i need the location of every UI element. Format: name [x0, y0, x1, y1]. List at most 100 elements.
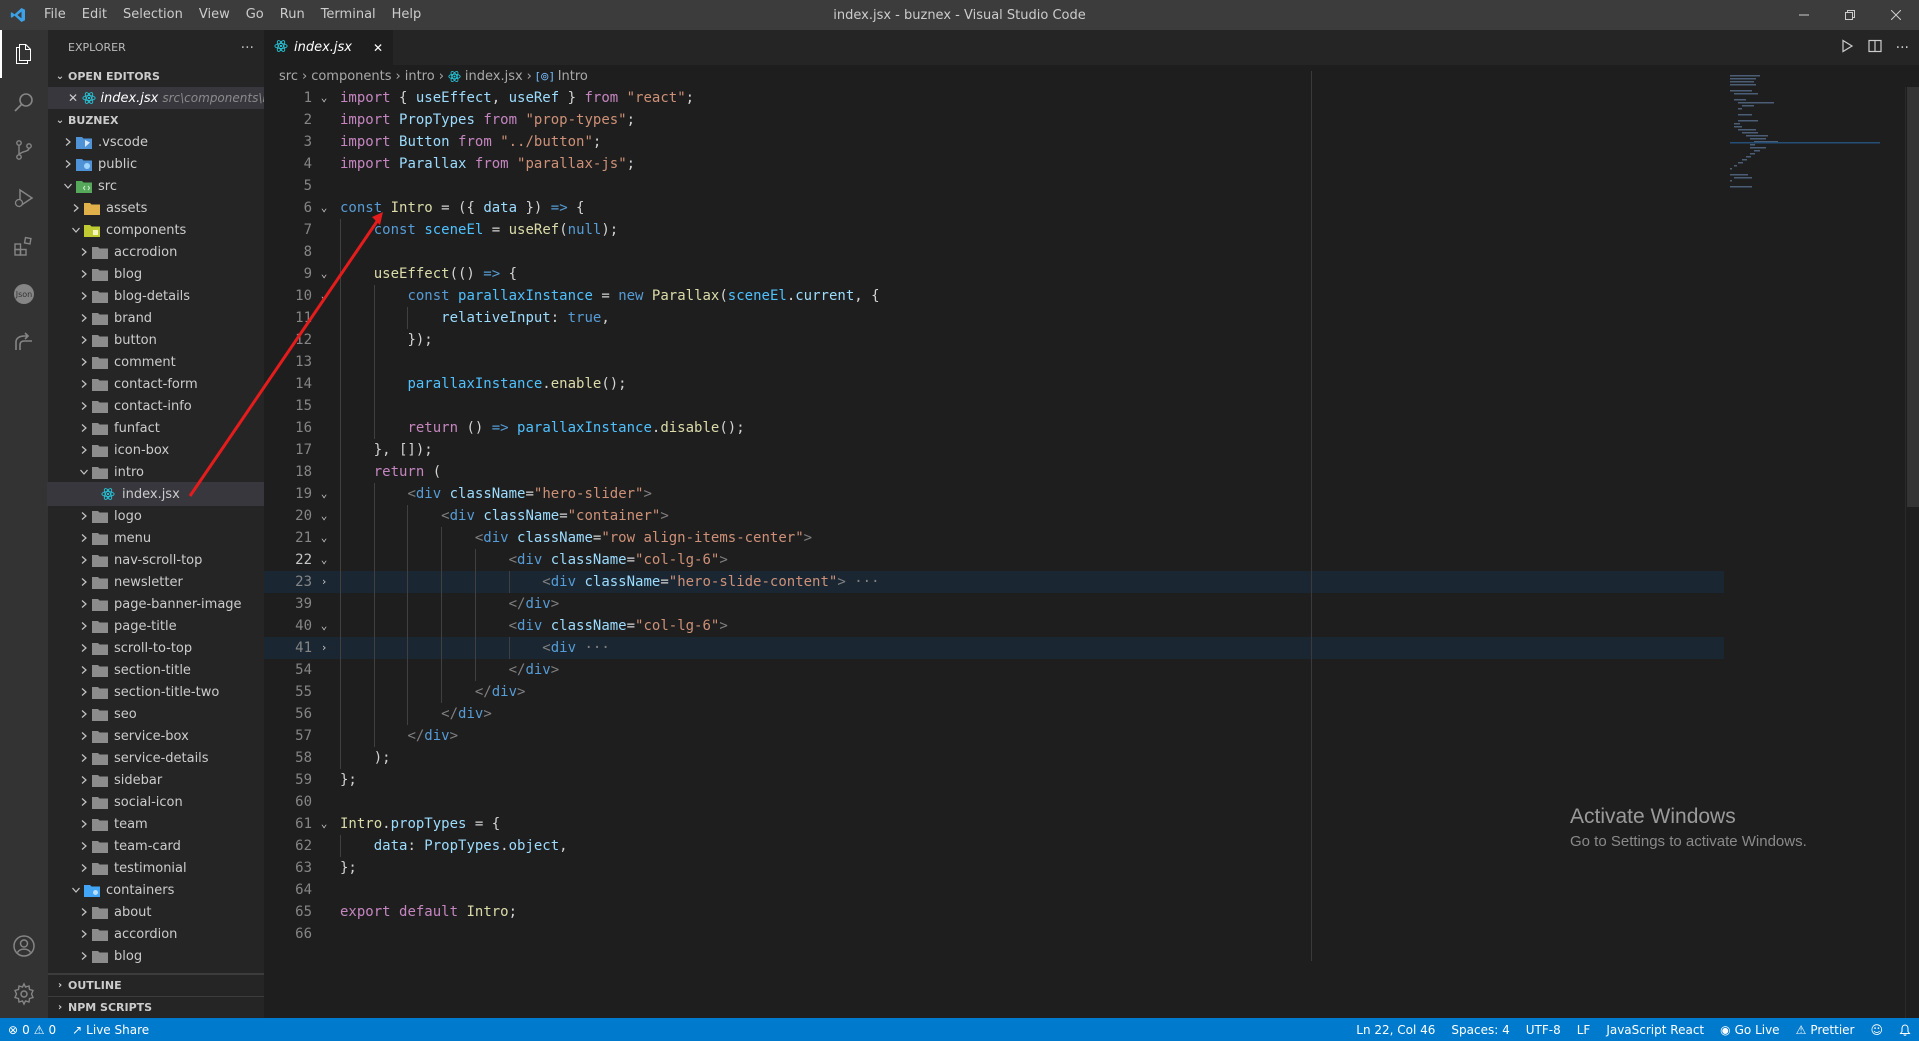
menu-selection[interactable]: Selection — [115, 0, 191, 30]
code-line[interactable]: 14 parallaxInstance.enable(); — [264, 373, 1724, 395]
code-line[interactable]: 15 — [264, 395, 1724, 417]
npm-scripts-header[interactable]: › NPM SCRIPTS — [48, 996, 264, 1018]
tree-folder-intro[interactable]: intro — [48, 461, 264, 483]
code-line[interactable]: 1 ⌄ import { useEffect, useRef } from "rea… — [264, 87, 1724, 109]
code-line[interactable]: 11 relativeInput: true, — [264, 307, 1724, 329]
tree-folder-sidebar[interactable]: sidebar — [48, 769, 264, 791]
code-line[interactable]: 23 › <div className="hero-slide-content">… — [264, 571, 1724, 593]
code-line[interactable]: 12 }); — [264, 329, 1724, 351]
breadcrumb-item[interactable]: index.jsx — [465, 69, 523, 84]
menu-terminal[interactable]: Terminal — [313, 0, 384, 30]
gear-icon[interactable] — [0, 970, 48, 1018]
explorer-icon[interactable] — [0, 30, 48, 78]
source-control-icon[interactable] — [0, 126, 48, 174]
code-line[interactable]: 57 </div> — [264, 725, 1724, 747]
tree-folder-nav-scroll-top[interactable]: nav-scroll-top — [48, 549, 264, 571]
tree-folder-blog-details[interactable]: blog-details — [48, 285, 264, 307]
tree-folder-accrodion[interactable]: accrodion — [48, 241, 264, 263]
menu-view[interactable]: View — [191, 0, 238, 30]
tree-folder-brand[interactable]: brand — [48, 307, 264, 329]
outline-header[interactable]: › OUTLINE — [48, 974, 264, 996]
tree-folder-team[interactable]: team — [48, 813, 264, 835]
open-editors-header[interactable]: ⌄ OPEN EDITORS — [48, 65, 264, 87]
tree-folder-newsletter[interactable]: newsletter — [48, 571, 264, 593]
code-line[interactable]: 9 ⌄ useEffect(() => { — [264, 263, 1724, 285]
code-line[interactable]: 19 ⌄ <div className="hero-slider"> — [264, 483, 1724, 505]
code-line[interactable]: 6 ⌄ const Intro = ({ data }) => { — [264, 197, 1724, 219]
vertical-scrollbar[interactable] — [1905, 87, 1919, 1018]
indentation[interactable]: Spaces: 4 — [1443, 1023, 1517, 1037]
tree-folder-src[interactable]: src — [48, 175, 264, 197]
prettier-status[interactable]: ⚠ Prettier — [1788, 1023, 1863, 1037]
tree-folder-page-banner-image[interactable]: page-banner-image — [48, 593, 264, 615]
code-line[interactable]: 5 — [264, 175, 1724, 197]
tree-folder-contact-form[interactable]: contact-form — [48, 373, 264, 395]
tree-folder-blog[interactable]: blog — [48, 945, 264, 967]
code-line[interactable]: 17 }, []); — [264, 439, 1724, 461]
restore-button[interactable] — [1827, 0, 1873, 30]
breadcrumb-item[interactable]: components — [311, 69, 391, 84]
code-line[interactable]: 20 ⌄ <div className="container"> — [264, 505, 1724, 527]
fold-chevron-down-icon[interactable]: ⌄ — [316, 527, 332, 549]
code-line[interactable]: 63}; — [264, 857, 1724, 879]
fold-chevron-down-icon[interactable]: ⌄ — [316, 87, 332, 109]
fold-chevron-down-icon[interactable]: ⌄ — [316, 483, 332, 505]
tree-folder-scroll-to-top[interactable]: scroll-to-top — [48, 637, 264, 659]
tree-folder-funfact[interactable]: funfact — [48, 417, 264, 439]
tree-folder-assets[interactable]: assets — [48, 197, 264, 219]
fold-chevron-down-icon[interactable]: ⌄ — [316, 197, 332, 219]
fold-chevron-down-icon[interactable]: ⌄ — [316, 549, 332, 571]
code-line[interactable]: 18 return ( — [264, 461, 1724, 483]
tree-folder-accordion[interactable]: accordion — [48, 923, 264, 945]
tree-folder-testimonial[interactable]: testimonial — [48, 857, 264, 879]
tree-folder-about[interactable]: about — [48, 901, 264, 923]
code-line[interactable]: 8 — [264, 241, 1724, 263]
close-window-button[interactable] — [1873, 0, 1919, 30]
code-line[interactable]: 41 › <div ··· — [264, 637, 1724, 659]
code-line[interactable]: 56 </div> — [264, 703, 1724, 725]
scrollbar-thumb[interactable] — [1907, 87, 1919, 507]
fold-chevron-down-icon[interactable]: ⌄ — [316, 285, 332, 307]
tree-folder-icon-box[interactable]: icon-box — [48, 439, 264, 461]
code-line[interactable]: 21 ⌄ <div className="row align-items-cent… — [264, 527, 1724, 549]
close-tab-icon[interactable]: ✕ — [373, 41, 383, 55]
tree-folder-vscode[interactable]: .vscode — [48, 131, 264, 153]
tree-folder-button[interactable]: button — [48, 329, 264, 351]
code-editor[interactable]: 1 ⌄ import { useEffect, useRef } from "rea… — [264, 87, 1724, 1018]
menu-edit[interactable]: Edit — [74, 0, 115, 30]
menu-run[interactable]: Run — [272, 0, 313, 30]
open-editor-item[interactable]: ✕ index.jsx src\components\i... — [48, 87, 264, 109]
tree-folder-section-title[interactable]: section-title — [48, 659, 264, 681]
encoding[interactable]: UTF-8 — [1518, 1023, 1569, 1037]
tree-file-index-jsx[interactable]: index.jsx — [47, 482, 265, 506]
code-line[interactable]: 40 ⌄ <div className="col-lg-6"> — [264, 615, 1724, 637]
tree-folder-blog[interactable]: blog — [48, 263, 264, 285]
language-mode[interactable]: JavaScript React — [1598, 1023, 1712, 1037]
feedback-icon[interactable]: ☺ — [1862, 1023, 1891, 1037]
json-icon[interactable]: Json — [0, 270, 48, 318]
code-line[interactable]: 62 data: PropTypes.object, — [264, 835, 1724, 857]
fold-chevron-down-icon[interactable]: ⌄ — [316, 615, 332, 637]
close-icon[interactable]: ✕ — [68, 91, 82, 105]
fold-chevron-right-icon[interactable]: › — [316, 637, 332, 659]
tree-folder-menu[interactable]: menu — [48, 527, 264, 549]
go-live-status[interactable]: ◉ Go Live — [1712, 1023, 1787, 1037]
code-line[interactable]: 2 import PropTypes from "prop-types"; — [264, 109, 1724, 131]
tree-folder-logo[interactable]: logo — [48, 505, 264, 527]
tree-folder-service-box[interactable]: service-box — [48, 725, 264, 747]
split-editor-icon[interactable] — [1868, 39, 1882, 57]
live-share-icon[interactable] — [0, 318, 48, 366]
breadcrumb-item[interactable]: Intro — [558, 69, 588, 84]
code-line[interactable]: 58 ); — [264, 747, 1724, 769]
workspace-header[interactable]: ⌄ BUZNEX — [48, 109, 264, 131]
code-line[interactable]: 39 </div> — [264, 593, 1724, 615]
code-line[interactable]: 13 — [264, 351, 1724, 373]
cursor-position[interactable]: Ln 22, Col 46 — [1348, 1023, 1443, 1037]
fold-chevron-down-icon[interactable]: ⌄ — [316, 263, 332, 285]
code-line[interactable]: 60 — [264, 791, 1724, 813]
more-editor-actions-icon[interactable]: ··· — [1896, 40, 1909, 56]
breadcrumb-item[interactable]: intro — [405, 69, 435, 84]
live-share-status[interactable]: ↗ Live Share — [64, 1023, 157, 1037]
extensions-icon[interactable] — [0, 222, 48, 270]
code-line[interactable]: 16 return () => parallaxInstance.disable… — [264, 417, 1724, 439]
